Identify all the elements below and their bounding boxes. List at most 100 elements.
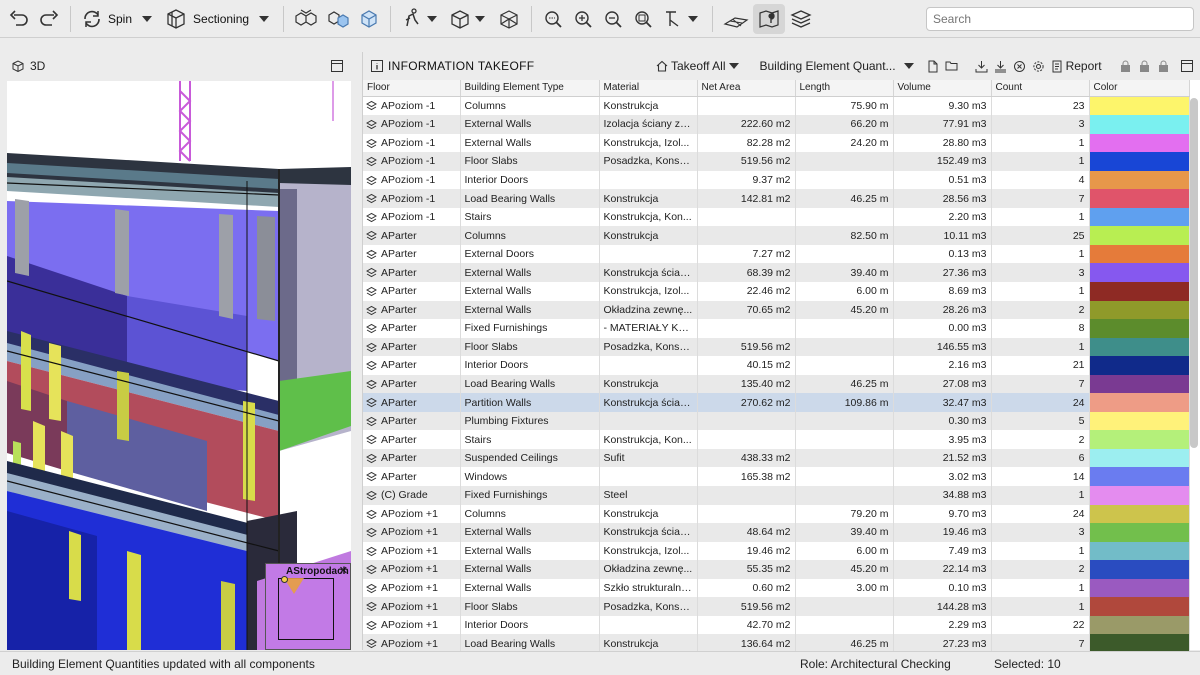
cell-color[interactable] <box>1089 597 1190 616</box>
minimap[interactable]: AStropodach ✕ <box>265 563 351 650</box>
cell-color[interactable] <box>1089 226 1190 245</box>
color-swatch[interactable] <box>1089 523 1188 542</box>
redo-icon[interactable] <box>34 4 64 34</box>
report-button[interactable]: Report <box>1048 59 1102 73</box>
cell-color[interactable] <box>1089 115 1190 134</box>
table-row[interactable]: AParter Fixed Furnishings - MATERIAŁY KO..… <box>363 319 1190 338</box>
cell-color[interactable] <box>1089 448 1190 468</box>
cell-color[interactable] <box>1089 560 1190 579</box>
cell-color[interactable] <box>1089 411 1190 431</box>
table-row[interactable]: AParter External Walls Okładzina zewnę... 7… <box>363 300 1190 320</box>
table-row[interactable]: AParter Suspended Ceilings Sufit 438.33 m2 2… <box>363 448 1190 468</box>
table-row[interactable]: AParter External Walls Konstrukcja, Izol..… <box>363 281 1190 301</box>
table-row[interactable]: APoziom +1 External Walls Konstrukcja ścia… <box>363 523 1190 542</box>
column-header-floor[interactable]: Floor <box>363 80 461 97</box>
cell-color[interactable] <box>1089 244 1190 264</box>
template-dropdown[interactable]: Building Element Quant... <box>759 59 917 73</box>
color-swatch[interactable] <box>1089 597 1188 616</box>
download-icon[interactable] <box>975 60 988 73</box>
table-row[interactable]: APoziom -1 Floor Slabs Posadzka, Konstr...… <box>363 152 1190 171</box>
cell-color[interactable] <box>1089 374 1190 394</box>
vertical-scrollbar[interactable] <box>1190 98 1198 448</box>
table-row[interactable]: APoziom -1 External Walls Konstrukcja, Izo… <box>363 133 1190 153</box>
color-swatch[interactable] <box>1089 356 1188 375</box>
search-input[interactable] <box>926 7 1194 31</box>
layers-icon[interactable] <box>785 4 817 34</box>
table-row[interactable]: APoziom -1 Load Bearing Walls Konstrukcja 1… <box>363 189 1190 208</box>
color-swatch[interactable] <box>1089 560 1188 579</box>
table-row[interactable]: AParter Load Bearing Walls Konstrukcja 135.… <box>363 374 1190 394</box>
map-pin-icon[interactable] <box>753 3 786 34</box>
cell-color[interactable] <box>1089 300 1190 320</box>
table-row[interactable]: APoziom -1 Columns Konstrukcja 75.90 m 9.30 … <box>363 96 1190 116</box>
color-swatch[interactable] <box>1089 393 1188 412</box>
cell-color[interactable] <box>1089 430 1190 449</box>
cell-color[interactable] <box>1089 467 1190 486</box>
cell-color[interactable] <box>1089 281 1190 301</box>
column-header-net-area[interactable]: Net Area <box>697 80 796 97</box>
new-document-icon[interactable] <box>927 60 939 73</box>
table-row[interactable]: AParter Partition Walls Konstrukcja ścian.… <box>363 393 1190 412</box>
color-swatch[interactable] <box>1089 374 1188 394</box>
lock-icon[interactable] <box>1157 60 1170 73</box>
table-row[interactable]: APoziom +1 External Walls Okładzina zewnę.… <box>363 560 1190 579</box>
table-row[interactable]: AParter External Walls Konstrukcja ścian..… <box>363 263 1190 282</box>
table-row[interactable]: AParter Stairs Konstrukcja, Kon... 3.95 m3 2 <box>363 430 1190 449</box>
table-row[interactable]: APoziom +1 Interior Doors 42.70 m2 2.29 m3 2… <box>363 615 1190 635</box>
cube-select-icon[interactable] <box>354 4 384 34</box>
cell-color[interactable] <box>1089 485 1190 505</box>
color-swatch[interactable] <box>1089 337 1188 357</box>
table-row[interactable]: APoziom +1 Floor Slabs Posadzka, Konstr...… <box>363 597 1190 616</box>
color-swatch[interactable] <box>1089 244 1188 264</box>
table-row[interactable]: AParter External Doors 7.27 m2 0.13 m3 1 <box>363 244 1190 264</box>
pick-icon[interactable] <box>658 4 706 34</box>
spin-button[interactable]: Spin <box>77 4 160 34</box>
color-swatch[interactable] <box>1089 411 1188 431</box>
color-swatch[interactable] <box>1089 319 1188 338</box>
cube-wire-icon[interactable] <box>493 4 525 34</box>
color-swatch[interactable] <box>1089 504 1188 524</box>
cell-color[interactable] <box>1089 523 1190 542</box>
table-row[interactable]: APoziom +1 External Walls Konstrukcja, Izo… <box>363 541 1190 561</box>
color-swatch[interactable] <box>1089 281 1188 301</box>
table-row[interactable]: APoziom +1 External Walls Szkło struktural… <box>363 578 1190 598</box>
table-row[interactable]: AParter Columns Konstrukcja 82.50 m 10.11 m3… <box>363 226 1190 245</box>
import-icon[interactable] <box>994 60 1007 73</box>
table-row[interactable]: APoziom -1 External Walls Izolacja ściany … <box>363 115 1190 134</box>
color-swatch[interactable] <box>1089 467 1188 486</box>
zoom-fit-icon[interactable] <box>538 4 568 34</box>
cell-color[interactable] <box>1089 189 1190 208</box>
walk-icon[interactable] <box>397 4 445 34</box>
color-swatch[interactable] <box>1089 170 1188 190</box>
column-header-count[interactable]: Count <box>991 80 1090 97</box>
takeoff-scope-dropdown[interactable]: Takeoff All <box>653 59 743 73</box>
zoom-out-icon[interactable] <box>598 4 628 34</box>
color-swatch[interactable] <box>1089 263 1188 282</box>
table-row[interactable]: AParter Floor Slabs Posadzka, Konstr... 519… <box>363 337 1190 357</box>
color-swatch[interactable] <box>1089 485 1188 505</box>
table-row[interactable]: APoziom -1 Stairs Konstrukcja, Kon... 2.20 … <box>363 207 1190 227</box>
cell-color[interactable] <box>1089 337 1190 357</box>
cell-color[interactable] <box>1089 541 1190 561</box>
boxes-icon[interactable] <box>290 4 322 34</box>
explode-icon[interactable] <box>322 4 354 34</box>
zoom-in-icon[interactable] <box>568 4 598 34</box>
color-swatch[interactable] <box>1089 430 1188 449</box>
table-row[interactable]: (C) Grade Fixed Furnishings Steel 34.88 m3 1 <box>363 485 1190 505</box>
cell-color[interactable] <box>1089 393 1190 412</box>
maximize-icon[interactable] <box>1180 60 1193 72</box>
undo-icon[interactable] <box>4 4 34 34</box>
cell-color[interactable] <box>1089 133 1190 153</box>
table-row[interactable]: AParter Windows 165.38 m2 3.02 m3 14 <box>363 467 1190 486</box>
lock-icon[interactable] <box>1138 60 1151 73</box>
color-swatch[interactable] <box>1089 226 1188 245</box>
column-header-color[interactable]: Color <box>1089 80 1190 97</box>
cell-color[interactable] <box>1089 263 1190 282</box>
3d-viewport[interactable]: AStropodach ✕ <box>7 81 351 650</box>
cell-color[interactable] <box>1089 504 1190 524</box>
cell-color[interactable] <box>1089 615 1190 635</box>
table-row[interactable]: AParter Interior Doors 40.15 m2 2.16 m3 21 <box>363 356 1190 375</box>
cell-color[interactable] <box>1089 207 1190 227</box>
column-header-material[interactable]: Material <box>599 80 698 97</box>
cell-color[interactable] <box>1089 152 1190 171</box>
